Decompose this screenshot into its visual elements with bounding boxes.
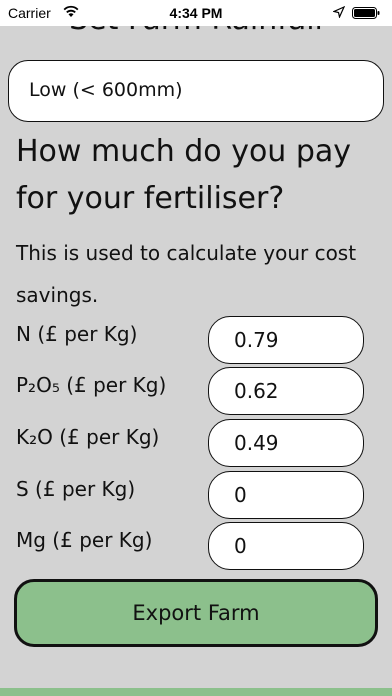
fertiliser-question: How much do you pay for your fertiliser? [16, 134, 352, 216]
mg-price-input[interactable]: 0 [208, 522, 364, 570]
k2o-price-label: K₂O (£ per Kg) [16, 425, 160, 449]
p2o5-price-label: P₂O₅ (£ per Kg) [16, 373, 167, 397]
p2o5-price-input[interactable]: 0.62 [208, 367, 364, 415]
mg-price-label: Mg (£ per Kg) [16, 528, 153, 552]
battery-icon [352, 7, 380, 19]
rainfall-selected-value: Low (< 600mm) [29, 79, 183, 101]
mg-price-value: 0 [234, 534, 247, 558]
n-price-value: 0.79 [234, 328, 279, 352]
s-price-label: S (£ per Kg) [16, 477, 136, 501]
s-price-input[interactable]: 0 [208, 471, 364, 519]
export-farm-button[interactable]: Export Farm [14, 579, 378, 647]
location-arrow-icon [333, 6, 345, 18]
n-price-input[interactable]: 0.79 [208, 316, 364, 364]
bottom-bar [0, 688, 392, 696]
s-price-value: 0 [234, 483, 247, 507]
k2o-price-value: 0.49 [234, 431, 279, 455]
rainfall-select[interactable]: Low (< 600mm) [8, 60, 384, 122]
fertiliser-hint: This is used to calculate your cost savi… [16, 241, 357, 307]
k2o-price-input[interactable]: 0.49 [208, 419, 364, 467]
p2o5-price-value: 0.62 [234, 379, 279, 403]
n-price-label: N (£ per Kg) [16, 322, 138, 346]
status-bar: Carrier 4:34 PM [0, 0, 392, 26]
